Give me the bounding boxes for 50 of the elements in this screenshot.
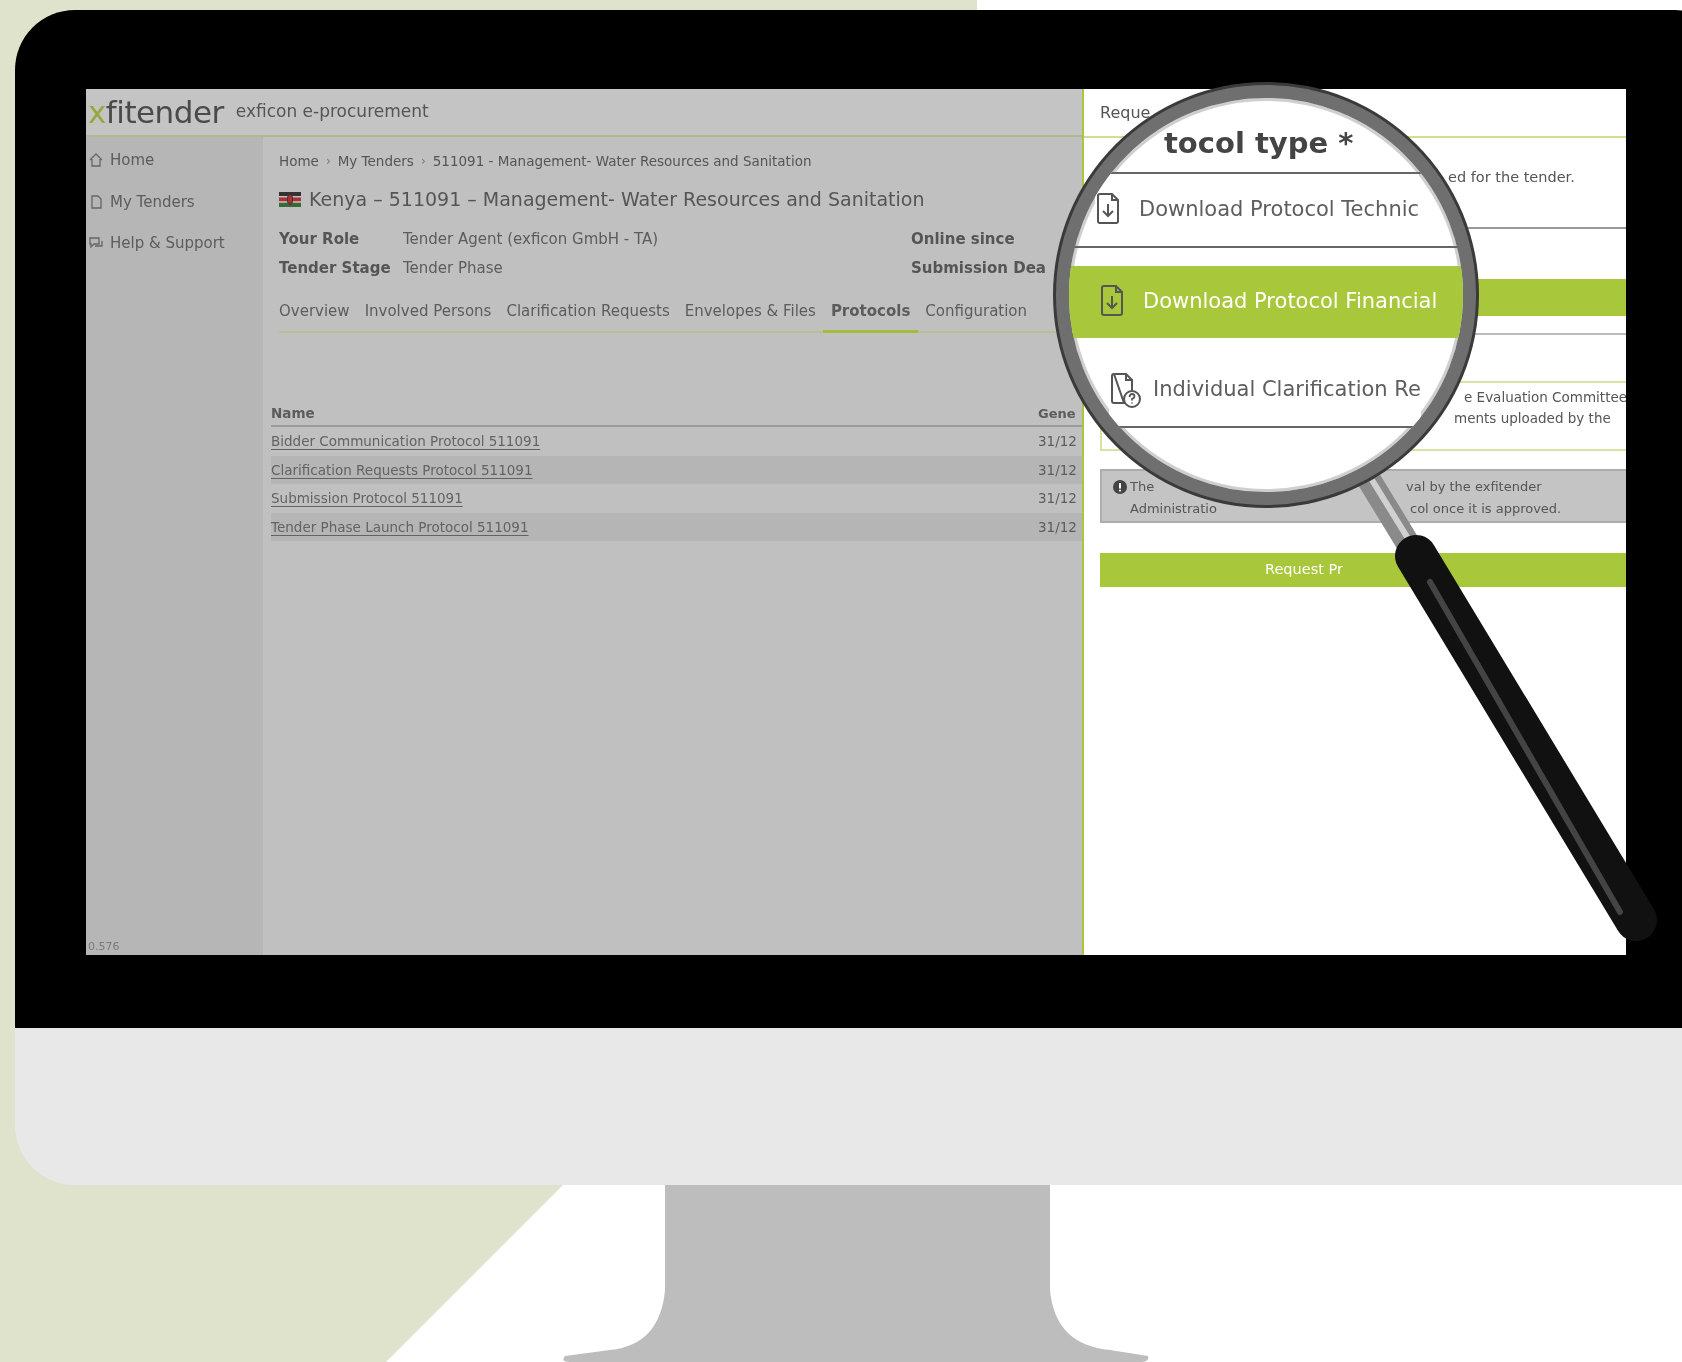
tab[interactable]: Clarification Requests [506, 291, 670, 334]
field-heading: tocol type * [1164, 125, 1354, 162]
tab[interactable]: Envelopes & Files [684, 291, 816, 334]
protocol-option[interactable]: Download Protocol Financial [1069, 265, 1463, 338]
info-icon [1113, 480, 1127, 494]
breadcrumb-link[interactable]: Home [279, 151, 319, 172]
protocol-link[interactable]: Tender Phase Launch Protocol 511091 [271, 518, 529, 535]
tender-title: Kenya – 511091 – Management- Water Resources and Sanitation [309, 187, 925, 213]
protocol-link[interactable]: Clarification Requests Protocol 511091 [271, 461, 533, 478]
info-text: Administratio [1130, 500, 1217, 518]
field-label: Online since [911, 228, 1016, 250]
tab[interactable]: Configuration [925, 291, 1028, 334]
flag-icon [279, 192, 301, 207]
panel-title: Reque [1100, 103, 1151, 122]
tab[interactable]: Protocols [822, 291, 919, 334]
column-header: Gene [1038, 404, 1077, 423]
request-button[interactable]: Request Pr [1100, 553, 1626, 587]
field-value: Tender Agent (exficon GmbH - TA) [403, 228, 660, 250]
protocol-link[interactable]: Bidder Communication Protocol 511091 [271, 433, 541, 450]
tab[interactable]: Involved Persons [364, 291, 492, 334]
app-subtitle: exficon e-procurement [235, 100, 429, 124]
version-text: 0.576 [88, 938, 120, 955]
document-icon [88, 193, 104, 210]
description-text: ments uploaded by the [1454, 409, 1611, 428]
table-cell-text: 31/12 [1038, 432, 1078, 452]
sidebar-item[interactable]: Help & Support [86, 232, 263, 255]
table-cell-text: 31/12 [1038, 489, 1078, 509]
field-label: Your Role [279, 228, 361, 250]
breadcrumb-separator: › [325, 153, 331, 171]
sidebar-item[interactable]: My Tenders [86, 190, 263, 213]
field-value: Tender Phase [403, 258, 504, 280]
tab[interactable]: Overview [279, 291, 350, 334]
breadcrumb-link[interactable]: 511091 - Management- Water Resources and Sanitation [432, 151, 812, 172]
info-text: The [1130, 478, 1155, 496]
field-label: Submission Dea [911, 258, 1047, 280]
description-text: e Evaluation Committee [1464, 388, 1626, 407]
table-cell-text: 31/12 [1038, 517, 1078, 537]
column-header: Name [271, 404, 316, 423]
logo: xfitender [88, 92, 224, 132]
protocol-link[interactable]: Submission Protocol 511091 [271, 490, 463, 507]
file-question-icon [1109, 371, 1141, 408]
info-text: val by the exfitender [1406, 478, 1542, 496]
field-label: Tender Stage [279, 258, 392, 280]
hint-text: ed for the tender. [1448, 168, 1575, 187]
sidebar-item[interactable]: Home [86, 149, 263, 172]
info-text: col once it is approved. [1410, 500, 1562, 518]
table-cell-text: 31/12 [1038, 460, 1078, 480]
breadcrumb-separator: › [420, 153, 426, 171]
home-icon [88, 152, 104, 169]
breadcrumb-link[interactable]: My Tenders [337, 151, 414, 172]
